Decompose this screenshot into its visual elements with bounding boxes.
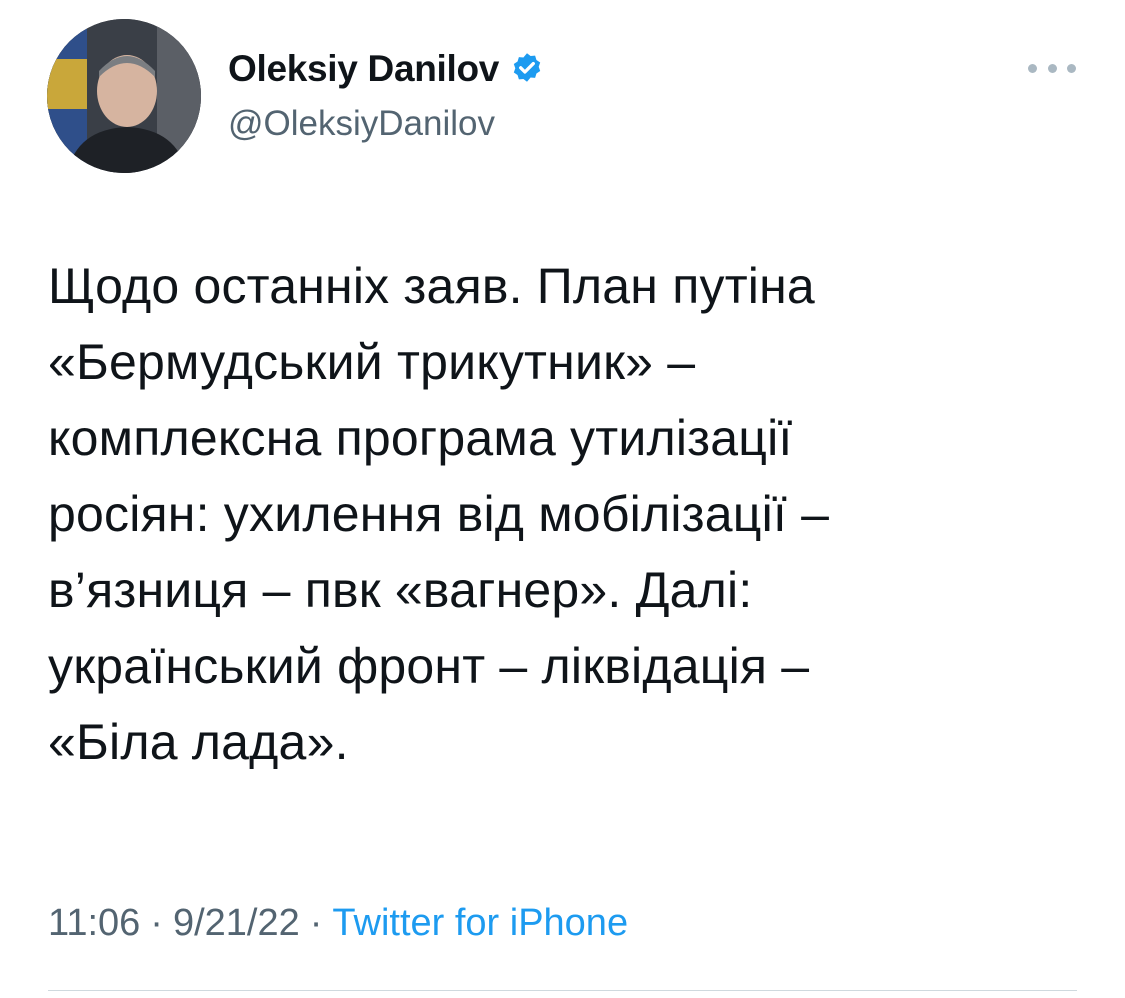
tweet-date[interactable]: 9/21/22: [173, 902, 300, 944]
profile-photo: [47, 19, 201, 173]
tweet-line: комплексна програма утилізації: [48, 410, 793, 466]
tweet-time[interactable]: 11:06: [48, 902, 140, 944]
user-handle[interactable]: @OleksiyDanilov: [228, 104, 495, 144]
tweet-line: український фронт – ліквідація –: [48, 638, 810, 694]
tweet-line: Щодо останніх заяв. План путіна: [48, 258, 815, 314]
tweet-text: Щодо останніх заяв. План путіна «Бермудс…: [48, 248, 1088, 780]
tweet-line: в’язниця – пвк «вагнер». Далі:: [48, 562, 753, 618]
display-name-row: Oleksiy Danilov: [228, 48, 545, 90]
meta-separator: ·: [309, 902, 323, 944]
tweet-line: росіян: ухилення від мобілізації –: [48, 486, 830, 542]
tweet-meta: 11:06 · 9/21/22 · Twitter for iPhone: [48, 902, 628, 945]
tweet-line: «Бермудський трикутник» –: [48, 334, 696, 390]
tweet-line: «Біла лада».: [48, 714, 349, 770]
avatar[interactable]: [47, 19, 201, 173]
meta-separator: ·: [150, 902, 163, 944]
tweet-source-link[interactable]: Twitter for iPhone: [332, 902, 628, 944]
verified-badge-icon: [509, 51, 545, 87]
more-dots-icon[interactable]: [1028, 56, 1076, 80]
divider: [48, 990, 1077, 991]
display-name[interactable]: Oleksiy Danilov: [228, 48, 499, 90]
